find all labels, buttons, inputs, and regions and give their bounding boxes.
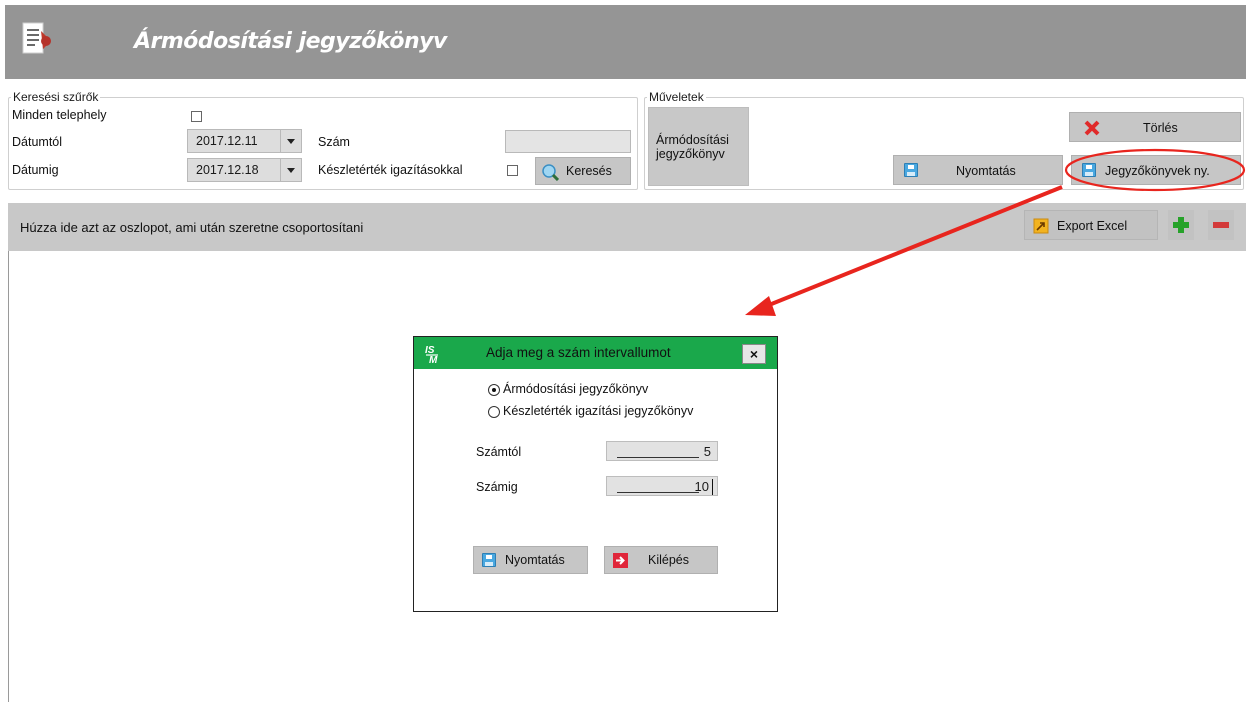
price-protocol-line1: Ármódosítási: [656, 133, 729, 147]
print-button-label: Nyomtatás: [956, 164, 1016, 178]
date-from-picker[interactable]: 2017.12.11: [187, 129, 302, 153]
search-button-label: Keresés: [566, 164, 612, 178]
ism-logo-icon: IS M: [424, 342, 442, 364]
stock-adjust-label: Készletérték igazításokkal: [318, 163, 463, 177]
magnifier-icon: [542, 164, 559, 181]
title-bar: Ármódosítási jegyzőkönyv: [5, 5, 1246, 79]
stock-adjust-checkbox[interactable]: [507, 165, 518, 176]
radio-price-label: Ármódosítási jegyzőkönyv: [503, 382, 649, 396]
to-label: Számig: [476, 480, 518, 494]
dialog-exit-button[interactable]: Kilépés: [604, 546, 718, 574]
from-input[interactable]: 5: [606, 441, 718, 461]
dialog-print-label: Nyomtatás: [505, 553, 565, 567]
delete-button-label: Törlés: [1143, 121, 1178, 135]
date-to-picker[interactable]: 2017.12.18: [187, 158, 302, 182]
dialog-exit-label: Kilépés: [648, 553, 689, 567]
delete-button[interactable]: Törlés: [1069, 112, 1241, 142]
number-input[interactable]: [505, 130, 631, 153]
price-protocol-line2: jegyzőkönyv: [656, 147, 725, 161]
delete-x-icon: [1084, 120, 1100, 136]
dropdown-arrow-icon[interactable]: [280, 130, 301, 152]
text-caret: [712, 479, 713, 495]
protocols-print-button-label: Jegyzőkönyvek ny.: [1105, 164, 1210, 178]
grid-area-border: [8, 251, 9, 702]
operations-legend: Műveletek: [649, 90, 704, 104]
all-sites-label: Minden telephely: [12, 108, 107, 122]
exit-icon: [613, 553, 628, 568]
protocols-print-button[interactable]: Jegyzőkönyvek ny.: [1071, 155, 1241, 185]
to-input[interactable]: 10: [606, 476, 718, 496]
search-button[interactable]: Keresés: [535, 157, 631, 185]
number-range-dialog: IS M Adja meg a szám intervallumot × Árm…: [413, 336, 778, 612]
to-value: 10: [694, 479, 709, 494]
floppy-icon: [482, 553, 496, 567]
dialog-title: Adja meg a szám intervallumot: [486, 345, 671, 360]
to-input-underline: [617, 492, 699, 493]
price-protocol-button[interactable]: Ármódosítási jegyzőkönyv: [648, 107, 749, 186]
number-label: Szám: [318, 135, 350, 149]
export-excel-label: Export Excel: [1057, 219, 1128, 233]
group-by-hint: Húzza ide azt az oszlopot, ami után szer…: [20, 220, 364, 235]
plus-icon[interactable]: [1168, 210, 1194, 240]
dialog-title-bar[interactable]: IS M Adja meg a szám intervallumot ×: [414, 337, 777, 369]
from-value: 5: [703, 444, 711, 459]
radio-price-protocol[interactable]: [488, 384, 500, 396]
print-button[interactable]: Nyomtatás: [893, 155, 1063, 185]
export-excel-button[interactable]: Export Excel: [1024, 210, 1158, 240]
annotation-arrowhead: [745, 296, 776, 316]
close-icon[interactable]: ×: [742, 344, 766, 364]
floppy-icon: [904, 163, 918, 177]
radio-stock-label: Készletérték igazítási jegyzőkönyv: [503, 404, 694, 418]
date-to-label: Dátumig: [12, 163, 59, 177]
date-to-value: 2017.12.18: [196, 163, 259, 177]
dropdown-arrow-icon[interactable]: [280, 159, 301, 181]
radio-stock-protocol[interactable]: [488, 406, 500, 418]
filters-legend: Keresési szűrők: [13, 90, 99, 104]
window-title: Ármódosítási jegyzőkönyv: [134, 29, 447, 54]
floppy-icon: [1082, 163, 1096, 177]
notepad-icon: [22, 22, 51, 54]
dialog-print-button[interactable]: Nyomtatás: [473, 546, 588, 574]
date-from-label: Dátumtól: [12, 135, 63, 149]
excel-export-icon: [1033, 218, 1049, 234]
from-label: Számtól: [476, 445, 522, 459]
date-from-value: 2017.12.11: [196, 134, 258, 148]
minus-icon[interactable]: [1208, 210, 1234, 240]
from-input-underline: [617, 457, 699, 458]
svg-text:M: M: [429, 355, 438, 364]
all-sites-checkbox[interactable]: [191, 111, 202, 122]
